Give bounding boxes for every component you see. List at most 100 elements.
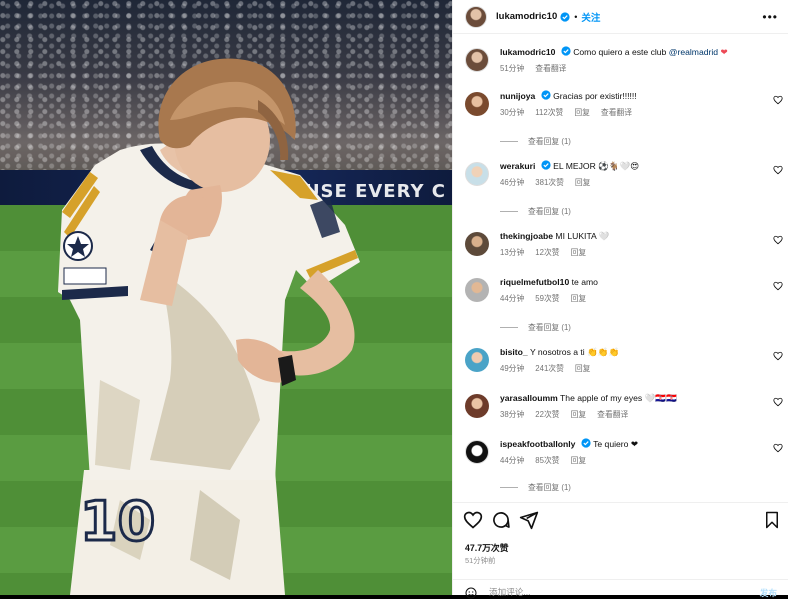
- avatar[interactable]: [465, 5, 487, 28]
- avatar[interactable]: [465, 440, 489, 464]
- comment-username[interactable]: yarasalloumm: [500, 393, 558, 403]
- comment-username[interactable]: bisito_: [500, 347, 528, 357]
- emoji-icon[interactable]: [465, 587, 477, 599]
- comment-text: Y nosotros a ti 👏👏👏: [529, 347, 620, 357]
- caption-time: 51分钟: [500, 64, 525, 73]
- comment-likes[interactable]: 241次赞: [535, 363, 564, 374]
- avatar[interactable]: [465, 48, 489, 72]
- comment-username[interactable]: ispeakfootballonly: [500, 439, 575, 449]
- comment-username[interactable]: thekingjoabe: [500, 231, 553, 241]
- verified-icon: [561, 46, 571, 56]
- heart-icon[interactable]: [773, 235, 783, 245]
- comment-username[interactable]: werakuri: [500, 161, 535, 171]
- post-modal: USE EVERY C 10 lukamodric10 • 关注 ••• luk…: [0, 0, 788, 599]
- post-time: 51分钟前: [465, 556, 496, 565]
- verified-icon: [560, 11, 570, 22]
- comment-likes[interactable]: 381次赞: [535, 177, 564, 188]
- comment-time: 44分钟: [500, 456, 525, 465]
- comment-text: EL MEJOR ⚽🐐🤍😍: [553, 161, 640, 171]
- heart-icon[interactable]: [773, 281, 783, 291]
- comment-text: MI LUKITA 🤍: [555, 231, 610, 241]
- see-translation-link[interactable]: 查看翻译: [601, 107, 632, 118]
- comment-likes[interactable]: 85次赞: [535, 455, 559, 466]
- heart-icon[interactable]: [773, 397, 783, 407]
- caption-emoji: ❤: [720, 47, 728, 57]
- view-replies-label: 查看回复 (1): [528, 323, 571, 332]
- comment-item: riquelmefutbol10 te amo 44分钟 59次赞 回复: [465, 276, 783, 304]
- caption-text: Como quiero a este club: [573, 47, 669, 57]
- comment-likes[interactable]: 112次赞: [535, 107, 563, 118]
- reply-button[interactable]: 回复: [571, 247, 587, 258]
- follow-button[interactable]: 关注: [581, 10, 600, 24]
- player-illustration: 10: [58, 58, 360, 595]
- heart-icon[interactable]: [773, 165, 783, 175]
- avatar[interactable]: [465, 162, 489, 186]
- comment-item: werakuri EL MEJOR ⚽🐐🤍😍 46分钟 381次赞 回复: [465, 160, 783, 188]
- caption-mention[interactable]: @realmadrid: [669, 47, 718, 57]
- view-replies-button[interactable]: 查看回复 (1): [500, 136, 571, 147]
- comment-icon[interactable]: [491, 510, 511, 530]
- view-replies-label: 查看回复 (1): [528, 207, 571, 216]
- shorts-number: 10: [80, 490, 155, 553]
- comment-text: te amo: [571, 277, 598, 287]
- comment-time: 13分钟: [500, 248, 525, 257]
- comment-time: 49分钟: [500, 364, 525, 373]
- heart-icon[interactable]: [773, 443, 783, 453]
- caption-username[interactable]: lukamodric10: [500, 47, 555, 57]
- comment-item: thekingjoabe MI LUKITA 🤍 13分钟 12次赞 回复: [465, 230, 783, 258]
- comment-time: 44分钟: [500, 294, 525, 303]
- heart-icon[interactable]: [773, 351, 783, 361]
- caption: lukamodric10 Como quiero a este club @re…: [465, 46, 783, 74]
- reply-button[interactable]: 回复: [571, 455, 587, 466]
- post-header: lukamodric10 • 关注 •••: [453, 0, 788, 34]
- comment-username[interactable]: riquelmefutbol10: [500, 277, 569, 287]
- post-side-panel: lukamodric10 • 关注 ••• lukamodric10 Como …: [452, 0, 788, 599]
- post-photo[interactable]: USE EVERY C 10: [0, 0, 452, 595]
- comment-likes[interactable]: 59次赞: [535, 293, 559, 304]
- like-count[interactable]: 47.7万次赞: [465, 541, 509, 554]
- comment-item: bisito_ Y nosotros a ti 👏👏👏 49分钟 241次赞 回…: [465, 346, 783, 374]
- view-replies-label: 查看回复 (1): [528, 137, 571, 146]
- comment-username[interactable]: nunijoya: [500, 91, 535, 101]
- see-translation-link[interactable]: 查看翻译: [597, 409, 628, 420]
- view-replies-button[interactable]: 查看回复 (1): [500, 206, 571, 217]
- reply-button[interactable]: 回复: [571, 409, 587, 420]
- verified-icon: [541, 90, 551, 100]
- more-icon[interactable]: •••: [762, 10, 778, 24]
- see-translation-link[interactable]: 查看翻译: [535, 63, 566, 74]
- avatar[interactable]: [465, 92, 489, 116]
- add-comment-input[interactable]: [489, 587, 729, 597]
- add-comment-bar: 发布: [453, 579, 788, 599]
- avatar[interactable]: [465, 278, 489, 302]
- post-comment-button[interactable]: 发布: [760, 587, 777, 599]
- post-actions: 47.7万次赞 51分钟前 发布: [453, 502, 788, 599]
- comment-time: 38分钟: [500, 410, 525, 419]
- comment-item: ispeakfootballonly Te quiero ❤ 44分钟 85次赞…: [465, 438, 783, 466]
- reply-button[interactable]: 回复: [574, 107, 590, 118]
- comment-time: 30分钟: [500, 108, 525, 117]
- comment-item: nunijoya Gracias por existir!!!!!! 30分钟 …: [465, 90, 783, 118]
- comment-item: yarasalloumm The apple of my eyes 🤍🇭🇷🇭🇷 …: [465, 392, 783, 420]
- bookmark-icon[interactable]: [763, 510, 781, 530]
- reply-button[interactable]: 回复: [575, 177, 591, 188]
- heart-icon[interactable]: [773, 95, 783, 105]
- avatar[interactable]: [465, 348, 489, 372]
- post-username[interactable]: lukamodric10: [496, 11, 557, 22]
- heart-icon[interactable]: [463, 510, 483, 530]
- comment-text: The apple of my eyes 🤍🇭🇷🇭🇷: [560, 393, 677, 403]
- comment-text: Te quiero ❤: [593, 439, 639, 449]
- comment-likes[interactable]: 12次赞: [535, 247, 559, 258]
- share-icon[interactable]: [519, 510, 539, 530]
- reply-button[interactable]: 回复: [575, 363, 591, 374]
- comment-time: 46分钟: [500, 178, 525, 187]
- reply-button[interactable]: 回复: [571, 293, 587, 304]
- separator-dot: •: [574, 11, 578, 22]
- verified-icon: [581, 438, 591, 448]
- avatar[interactable]: [465, 232, 489, 256]
- view-replies-button[interactable]: 查看回复 (1): [500, 322, 571, 333]
- avatar[interactable]: [465, 394, 489, 418]
- verified-icon: [541, 160, 551, 170]
- view-replies-button[interactable]: 查看回复 (1): [500, 482, 571, 493]
- comment-likes[interactable]: 22次赞: [535, 409, 559, 420]
- comments-list[interactable]: lukamodric10 Como quiero a este club @re…: [453, 34, 788, 502]
